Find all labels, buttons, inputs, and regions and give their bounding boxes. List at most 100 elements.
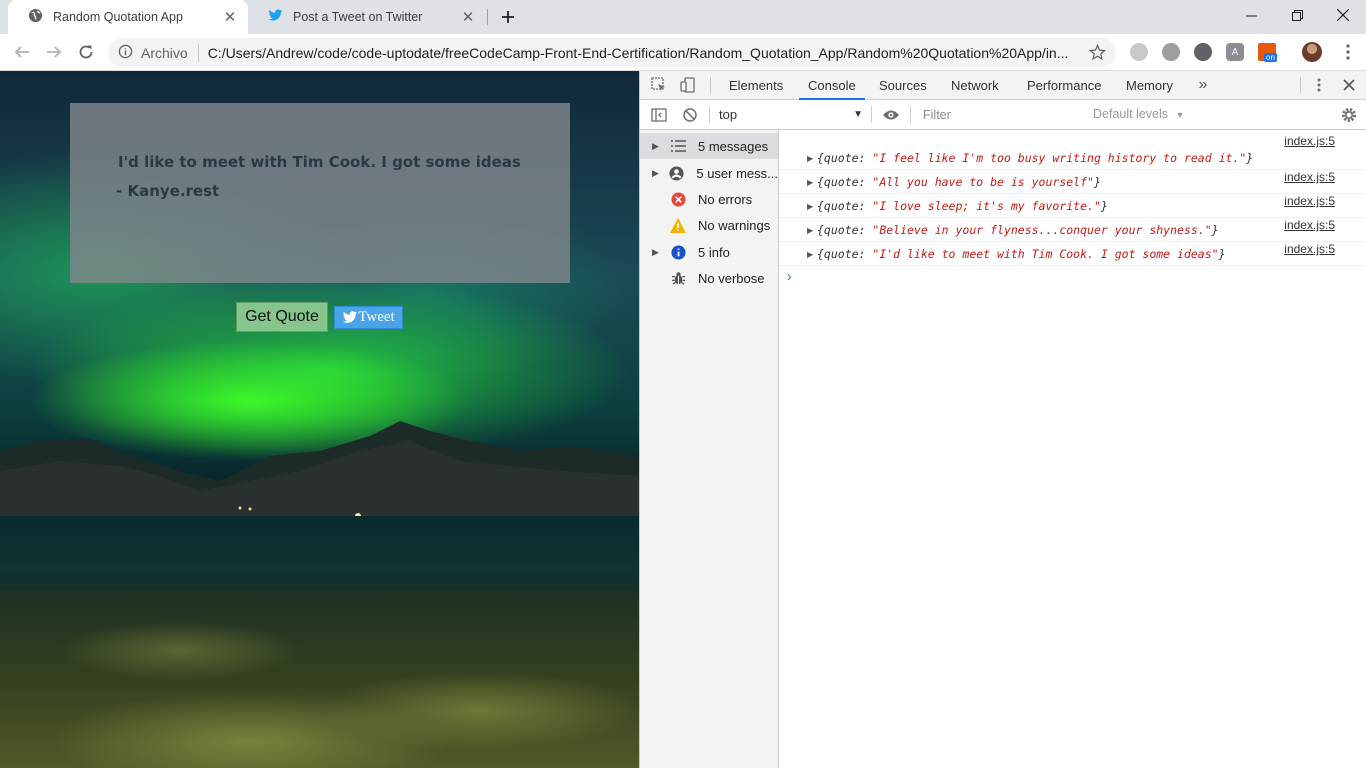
log-levels-dropdown[interactable]: Default levels ▼ [1093, 100, 1184, 129]
sidebar-item-label: No errors [698, 191, 753, 207]
expand-arrow-icon[interactable]: ▶ [807, 226, 813, 235]
browser-toolbar: Archivo C:/Users/Andrew/code/code-uptoda… [0, 34, 1366, 71]
tab-close-icon[interactable]: ✕ [460, 9, 476, 26]
log-source-link[interactable]: index.js:5 [1284, 134, 1335, 148]
minimize-button[interactable] [1228, 0, 1274, 30]
tab-sources[interactable]: Sources [879, 71, 927, 100]
restore-icon [1291, 9, 1303, 21]
sidebar-item-info[interactable]: ▶ 5 info [640, 239, 778, 265]
expand-arrow-icon[interactable]: ▶ [652, 168, 661, 179]
restore-button[interactable] [1274, 0, 1320, 30]
log-levels-label: Default levels [1093, 107, 1169, 121]
sidebar-item-user-messages[interactable]: ▶ 5 user mess... [640, 160, 778, 186]
chrome-menu-button[interactable] [1336, 40, 1360, 64]
tab-strip: Random Quotation App ✕ Post a Tweet on T… [0, 0, 1366, 34]
window-close-button[interactable] [1320, 0, 1366, 30]
more-tabs-icon[interactable]: » [1194, 76, 1212, 94]
tweet-button[interactable]: Tweet [334, 306, 403, 329]
console-sidebar: ▶ 5 messages ▶ 5 user mess... No errors [640, 130, 779, 768]
context-select[interactable]: top ▼ [719, 104, 863, 126]
plus-icon [502, 11, 514, 23]
log-text: {quote: "Believe in your flyness...conqu… [817, 223, 1219, 237]
inspect-element-icon[interactable] [650, 76, 668, 94]
extension-icon[interactable] [1130, 43, 1148, 61]
reload-button[interactable] [74, 40, 98, 64]
log-entry[interactable]: ▶ {quote: "I'd like to meet with Tim Coo… [779, 242, 1366, 266]
log-text: {quote: "All you have to be is yourself"… [817, 175, 1101, 189]
address-url[interactable]: C:/Users/Andrew/code/code-uptodate/freeC… [208, 45, 1088, 61]
minimize-icon [1245, 15, 1257, 16]
sidebar-item-label: 5 info [698, 244, 730, 260]
console-prompt[interactable]: › [787, 268, 792, 284]
tab-random-quotation-app[interactable]: Random Quotation App ✕ [8, 0, 248, 34]
address-bar[interactable]: Archivo C:/Users/Andrew/code/code-uptoda… [108, 38, 1116, 67]
log-string-value: "I'd like to meet with Tim Cook. I got s… [872, 247, 1219, 261]
info-icon [670, 244, 686, 260]
log-entry[interactable]: index.js:5 ▶ {quote: "I feel like I'm to… [779, 134, 1366, 170]
new-tab-button[interactable] [496, 5, 520, 29]
log-entry[interactable]: ▶ {quote: "All you have to be is yoursel… [779, 170, 1366, 194]
sidebar-item-label: No verbose [698, 270, 765, 286]
expand-arrow-icon[interactable]: ▶ [807, 154, 813, 163]
extension-icon[interactable]: A [1226, 43, 1244, 61]
settings-gear-icon[interactable] [1340, 106, 1358, 124]
devtools-menu-icon[interactable] [1310, 76, 1328, 94]
sidebar-item-label: No warnings [698, 217, 771, 233]
page-viewport: I'd like to meet with Tim Cook. I got so… [0, 71, 639, 768]
list-icon [670, 138, 686, 154]
quote-box: I'd like to meet with Tim Cook. I got so… [70, 103, 570, 283]
bookmark-star-icon[interactable] [1088, 43, 1107, 64]
expand-arrow-icon[interactable]: ▶ [807, 202, 813, 211]
forward-button[interactable] [42, 40, 66, 64]
profile-avatar[interactable] [1302, 42, 1322, 62]
address-scheme-label: Archivo [141, 43, 199, 62]
expand-arrow-icon[interactable]: ▶ [652, 141, 662, 152]
filter-input[interactable] [919, 105, 1093, 125]
log-source-link[interactable]: index.js:5 [1284, 170, 1335, 184]
dropdown-arrow-icon: ▼ [853, 109, 863, 120]
expand-arrow-icon[interactable]: ▶ [807, 250, 813, 259]
tab-post-a-tweet[interactable]: Post a Tweet on Twitter ✕ [248, 0, 486, 34]
tab-elements[interactable]: Elements [729, 71, 783, 100]
expand-arrow-icon[interactable]: ▶ [652, 247, 662, 258]
arrow-left-icon [14, 46, 29, 58]
log-string-value: "I feel like I'm too busy writing histor… [872, 151, 1247, 165]
sidebar-item-errors[interactable]: No errors [640, 186, 778, 212]
tab-title: Random Quotation App [53, 10, 183, 24]
tab-separator [487, 9, 488, 25]
quote-author: - Kanye.rest [116, 182, 220, 200]
device-toolbar-icon[interactable] [679, 76, 697, 94]
devtools-tabbar: Elements Console Sources Network Perform… [640, 71, 1366, 100]
user-icon [669, 165, 684, 181]
extension-icon[interactable]: on [1258, 43, 1277, 62]
tab-performance[interactable]: Performance [1027, 71, 1101, 100]
tab-close-icon[interactable]: ✕ [222, 9, 238, 26]
info-icon[interactable] [118, 44, 133, 62]
back-button[interactable] [10, 40, 34, 64]
sidebar-toggle-icon[interactable] [650, 106, 668, 124]
log-source-link[interactable]: index.js:5 [1284, 242, 1335, 256]
log-entry[interactable]: ▶ {quote: "Believe in your flyness...con… [779, 218, 1366, 242]
arrow-right-icon [47, 46, 62, 58]
tab-console[interactable]: Console [799, 71, 865, 100]
clear-console-icon[interactable] [681, 106, 699, 124]
sidebar-item-verbose[interactable]: No verbose [640, 265, 778, 291]
extension-icon[interactable] [1162, 43, 1180, 61]
get-quote-button[interactable]: Get Quote [236, 302, 328, 332]
log-entry[interactable]: ▶ {quote: "I love sleep; it's my favorit… [779, 194, 1366, 218]
extension-icon[interactable] [1194, 43, 1212, 61]
sidebar-item-messages[interactable]: ▶ 5 messages [640, 133, 778, 159]
sidebar-item-warnings[interactable]: No warnings [640, 212, 778, 238]
tab-network[interactable]: Network [951, 71, 999, 100]
expand-arrow-icon[interactable]: ▶ [807, 178, 813, 187]
context-value: top [719, 107, 738, 122]
log-string-value: "Believe in your flyness...conquer your … [872, 223, 1212, 237]
extension-badge: on [1264, 53, 1277, 62]
sidebar-item-label: 5 user mess... [696, 165, 778, 181]
devtools-close-icon[interactable] [1340, 76, 1358, 94]
eye-icon[interactable] [882, 106, 900, 124]
tab-memory[interactable]: Memory [1126, 71, 1173, 100]
log-source-link[interactable]: index.js:5 [1284, 194, 1335, 208]
toolbar-divider [910, 106, 911, 123]
log-source-link[interactable]: index.js:5 [1284, 218, 1335, 232]
